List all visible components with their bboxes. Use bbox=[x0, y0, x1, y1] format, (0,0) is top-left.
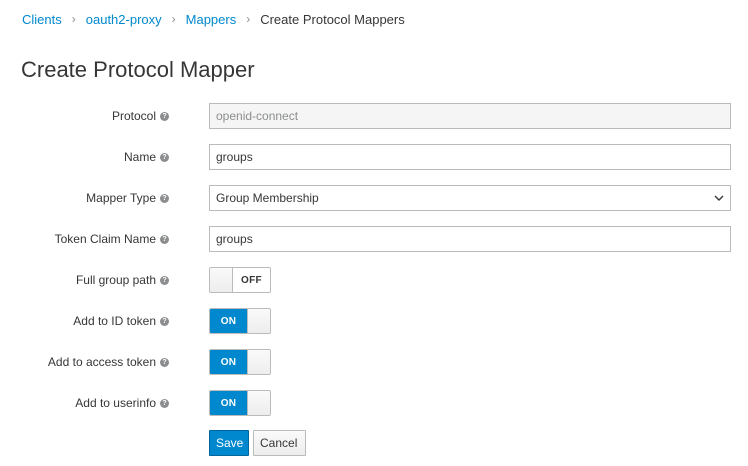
token-claim-name-input[interactable]: groups bbox=[209, 226, 731, 252]
add-to-userinfo-label: Add to userinfo bbox=[75, 396, 156, 410]
chevron-right-icon: › bbox=[71, 12, 76, 26]
add-to-id-token-toggle[interactable]: ON bbox=[209, 308, 271, 334]
toggle-knob bbox=[247, 391, 270, 415]
add-to-id-token-label: Add to ID token bbox=[73, 314, 156, 328]
help-icon[interactable]: ? bbox=[160, 357, 169, 367]
chevron-right-icon: › bbox=[246, 12, 251, 26]
mapper-type-select[interactable]: Group Membership bbox=[209, 185, 731, 211]
form-row-add-to-id-token: Add to ID token ? ON bbox=[0, 307, 748, 335]
help-icon[interactable]: ? bbox=[160, 398, 169, 408]
breadcrumb-current: Create Protocol Mappers bbox=[260, 11, 405, 27]
mapper-type-label: Mapper Type bbox=[86, 191, 156, 205]
chevron-right-icon: › bbox=[171, 12, 176, 26]
help-icon[interactable]: ? bbox=[160, 316, 169, 326]
breadcrumb-mappers-link[interactable]: Mappers bbox=[186, 12, 237, 27]
help-icon[interactable]: ? bbox=[160, 193, 169, 203]
form-row-full-group-path: Full group path ? OFF bbox=[0, 266, 748, 294]
toggle-knob bbox=[210, 268, 233, 292]
protocol-field: openid-connect bbox=[209, 103, 731, 129]
form-row-token-claim-name: Token Claim Name ? groups bbox=[0, 225, 748, 253]
full-group-path-toggle[interactable]: OFF bbox=[209, 267, 271, 293]
name-label: Name bbox=[123, 150, 156, 164]
add-to-userinfo-toggle[interactable]: ON bbox=[209, 390, 271, 416]
toggle-state: ON bbox=[210, 350, 247, 374]
toggle-state: OFF bbox=[241, 274, 262, 286]
help-icon[interactable]: ? bbox=[160, 111, 169, 121]
save-button[interactable]: Save bbox=[209, 430, 249, 456]
add-to-access-token-label: Add to access token bbox=[47, 355, 156, 369]
add-to-access-token-toggle[interactable]: ON bbox=[209, 349, 271, 375]
chevron-down-icon bbox=[714, 195, 724, 201]
form-row-add-to-access-token: Add to access token ? ON bbox=[0, 348, 748, 376]
toggle-knob bbox=[247, 350, 270, 374]
protocol-label: Protocol bbox=[111, 109, 156, 123]
toggle-state: ON bbox=[210, 309, 247, 333]
form-row-add-to-userinfo: Add to userinfo ? ON bbox=[0, 389, 748, 417]
form-actions: Save Cancel bbox=[0, 430, 748, 458]
toggle-knob bbox=[247, 309, 270, 333]
breadcrumb-clients-link[interactable]: Clients bbox=[22, 12, 62, 27]
help-icon[interactable]: ? bbox=[160, 234, 169, 244]
page-title: Create Protocol Mapper bbox=[21, 57, 255, 82]
form-row-protocol: Protocol ? openid-connect bbox=[0, 102, 748, 130]
form-row-mapper-type: Mapper Type ? Group Membership bbox=[0, 184, 748, 212]
breadcrumb-client-link[interactable]: oauth2-proxy bbox=[86, 12, 162, 27]
breadcrumb: Clients › oauth2-proxy › Mappers › Creat… bbox=[22, 11, 405, 27]
help-icon[interactable]: ? bbox=[160, 152, 169, 162]
token-claim-name-label: Token Claim Name bbox=[54, 232, 156, 246]
full-group-path-label: Full group path bbox=[75, 273, 156, 287]
help-icon[interactable]: ? bbox=[160, 275, 169, 285]
form-row-name: Name ? groups bbox=[0, 143, 748, 171]
mapper-type-value: Group Membership bbox=[216, 191, 319, 205]
toggle-state: ON bbox=[210, 391, 247, 415]
name-input[interactable]: groups bbox=[209, 144, 731, 170]
cancel-button[interactable]: Cancel bbox=[253, 430, 306, 456]
